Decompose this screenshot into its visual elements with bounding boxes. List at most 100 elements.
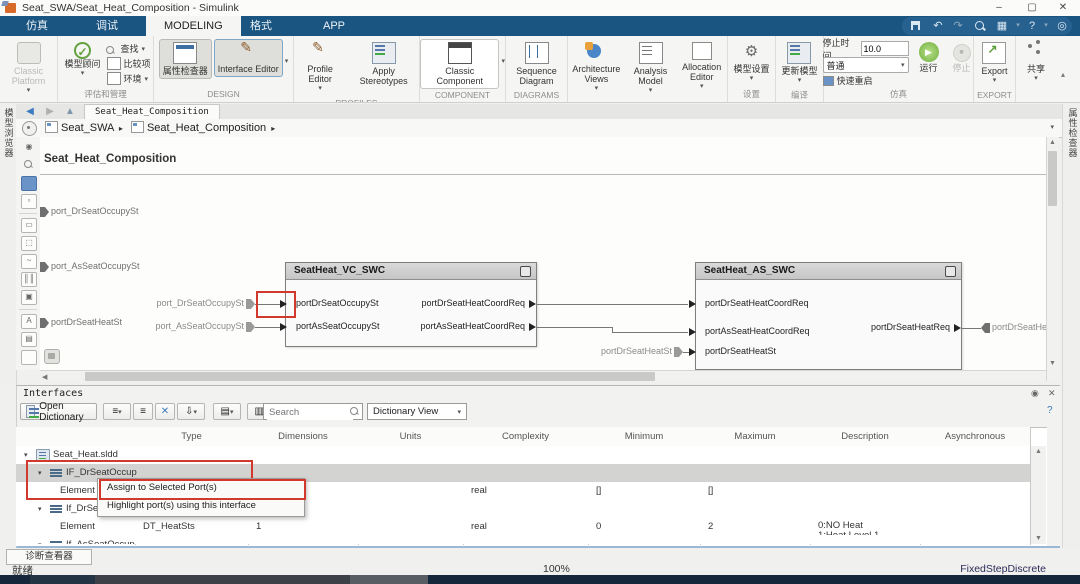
tab-simulation[interactable]: 仿真 xyxy=(8,16,66,36)
profile-editor-button[interactable]: Profile Editor▾ xyxy=(294,39,346,97)
table-row[interactable]: Element DT_HeatSts 1 real 0 2 0:NO Heat1… xyxy=(16,518,1030,537)
connection-line[interactable] xyxy=(612,332,688,333)
port-stub-label[interactable]: port_AsSeatOccupySt xyxy=(124,321,244,331)
apply-stereotypes-button[interactable]: Apply Stereotypes xyxy=(348,39,419,89)
note-icon[interactable]: ▫ xyxy=(21,194,37,209)
interface-tool-button-1[interactable]: ▤▾ xyxy=(213,403,241,420)
port-stub-label[interactable]: port_DrSeatOccupySt xyxy=(124,298,244,308)
redo-icon[interactable]: ↷ xyxy=(950,18,966,34)
expander-icon[interactable]: ▾ xyxy=(38,541,42,544)
scroll-up-icon[interactable]: ▲ xyxy=(1049,139,1056,146)
panel-help-icon[interactable]: ? xyxy=(1047,405,1053,416)
external-output-port-label[interactable]: portDrSeatHeatRe xyxy=(992,322,1046,332)
vertical-scrollbar[interactable]: ▲ ▼ xyxy=(1046,137,1059,381)
add-element-button[interactable]: ≡ xyxy=(133,403,153,420)
export-button[interactable]: Export▾ xyxy=(977,39,1011,89)
document-tab[interactable]: Seat_Heat_Composition xyxy=(84,104,220,120)
locate-icon[interactable] xyxy=(22,121,37,136)
stop-time-input[interactable] xyxy=(860,41,909,56)
component-header[interactable]: SeatHeat_VC_SWC xyxy=(286,263,536,280)
annotation-icon[interactable]: A xyxy=(21,314,37,329)
fast-restart-toggle[interactable]: 快速重启 xyxy=(822,73,909,88)
run-button[interactable]: ▶ 运行 xyxy=(915,39,943,76)
in-port-arrow-icon[interactable] xyxy=(280,323,287,331)
interface-editor-button[interactable]: Interface Editor xyxy=(213,39,283,77)
import-button[interactable]: ⇩▾ xyxy=(177,403,205,420)
design-dropdown-icon[interactable]: ▾ xyxy=(285,57,289,65)
port-stub-label[interactable]: portDrSeatHeatSt xyxy=(562,346,672,356)
component-port-label[interactable]: portDrSeatHeatCoordReq xyxy=(705,298,809,308)
help-dropdown-icon[interactable]: ▾ xyxy=(1038,18,1054,34)
minimize-ribbon-icon[interactable]: ◎ xyxy=(1054,18,1070,34)
in-port-arrow-icon[interactable] xyxy=(689,348,696,356)
external-input-port-label[interactable]: port_DrSeatOccupySt xyxy=(51,206,139,216)
hide-browser-icon[interactable]: ◉ xyxy=(21,140,37,155)
image-icon[interactable]: ▣ xyxy=(21,290,37,305)
update-model-button[interactable]: 更新模型 ▾ xyxy=(777,39,821,89)
scroll-left-icon[interactable]: ◀ xyxy=(42,373,47,381)
dictionary-view-select[interactable]: Dictionary View ▾ xyxy=(367,403,467,420)
layout-icon[interactable]: ▦ xyxy=(994,18,1010,34)
tab-app[interactable]: APP xyxy=(305,16,363,36)
out-port-arrow-icon[interactable] xyxy=(529,300,536,308)
model-advisor-button[interactable]: ✓ 模型顾问 ▾ xyxy=(60,39,104,82)
component-port-label[interactable]: portAsSeatHeatCoordReq xyxy=(705,326,810,336)
model-browser-collapsed-panel[interactable]: 模型浏览器 xyxy=(0,104,17,385)
back-icon[interactable]: ◀ xyxy=(22,105,38,118)
table-scrollbar[interactable]: ▲ ▼ xyxy=(1031,446,1046,544)
minimize-button[interactable]: – xyxy=(984,0,1014,15)
classic-platform-button[interactable]: Classic Platform ▾ xyxy=(0,39,57,99)
scrollbar-thumb[interactable] xyxy=(1048,151,1057,206)
stamp-icon[interactable]: ▤ xyxy=(21,332,37,347)
collapse-toolstrip-icon[interactable]: ▴ xyxy=(1056,36,1070,102)
allocation-editor-button[interactable]: Allocation Editor ▾ xyxy=(676,39,727,95)
find-button[interactable]: 查找 ▾ xyxy=(105,41,151,56)
in-port-arrow-icon[interactable] xyxy=(689,300,696,308)
sequence-diagram-button[interactable]: Sequence Diagram xyxy=(506,39,567,89)
panel-collapse-icon[interactable]: ◉ xyxy=(1031,388,1039,399)
in-port-arrow-icon[interactable] xyxy=(689,328,696,336)
tree-label[interactable]: Seat_Heat.sldd xyxy=(53,449,118,460)
connector-line[interactable] xyxy=(255,327,281,328)
architecture-views-button[interactable]: Architecture Views ▾ xyxy=(568,39,625,97)
table-row[interactable]: ▾ If_AsSeatOccup xyxy=(16,536,1030,544)
model-settings-button[interactable]: ⚙ 模型设置 ▾ xyxy=(729,39,773,87)
connection-line[interactable] xyxy=(961,328,981,329)
connection-line[interactable] xyxy=(537,327,613,328)
forward-icon[interactable]: ▶ xyxy=(42,105,58,118)
undo-icon[interactable]: ↶ xyxy=(930,18,946,34)
library-icon[interactable] xyxy=(21,176,37,191)
tab-format[interactable]: 格式 xyxy=(232,16,290,36)
sim-mode-select[interactable]: 普通 ▾ xyxy=(822,57,909,73)
external-input-port-label[interactable]: port_AsSeatOccupySt xyxy=(51,261,140,271)
tree-label[interactable]: If_AsSeatOccup xyxy=(66,539,135,544)
status-solver[interactable]: FixedStepDiscrete xyxy=(946,563,1046,575)
add-interface-button[interactable]: ≡▾ xyxy=(103,403,131,420)
component-port-label[interactable]: portAsSeatHeatCoordReq xyxy=(395,321,525,331)
component-port-label[interactable]: portDrSeatHeatReq xyxy=(820,322,950,332)
barcode-icon[interactable]: ║║ xyxy=(21,272,37,287)
property-inspector-button[interactable]: 属性检查器 xyxy=(158,39,212,79)
component-port-label[interactable]: portDrSeatHeatSt xyxy=(705,346,776,356)
analysis-model-button[interactable]: Analysis Model ▾ xyxy=(627,39,675,99)
property-inspector-collapsed-panel[interactable]: 属性检查器 xyxy=(1062,104,1080,548)
search-input[interactable] xyxy=(267,405,353,420)
up-icon[interactable]: ▲ xyxy=(62,105,78,118)
breadcrumb-item-seat-swa[interactable]: Seat_SWA xyxy=(61,122,114,134)
component-port-label[interactable]: portDrSeatOccupySt xyxy=(296,298,379,308)
scroll-up-icon[interactable]: ▲ xyxy=(1035,448,1042,455)
share-button[interactable]: 共享 ▾ xyxy=(1021,39,1051,87)
maximize-button[interactable]: ▢ xyxy=(1017,0,1047,15)
horizontal-scrollbar[interactable]: ◀ xyxy=(40,370,1046,382)
component-dropdown-icon[interactable]: ▾ xyxy=(501,57,505,65)
breadcrumb-item-seat-heat-composition[interactable]: Seat_Heat_Composition xyxy=(147,122,266,134)
zoom-icon[interactable] xyxy=(21,158,37,173)
scrollbar-thumb[interactable] xyxy=(85,372,655,381)
classic-component-button[interactable]: Classic Component xyxy=(420,39,500,89)
breadcrumb-dropdown-icon[interactable]: ▾ xyxy=(1050,123,1054,131)
open-dictionary-button[interactable]: Open Dictionary xyxy=(20,401,97,423)
scroll-down-icon[interactable]: ▼ xyxy=(1035,535,1042,542)
area-tool-icon[interactable]: ⬚ xyxy=(21,236,37,251)
panel-close-icon[interactable]: ✕ xyxy=(1048,388,1056,399)
component-header[interactable]: SeatHeat_AS_SWC xyxy=(696,263,961,280)
